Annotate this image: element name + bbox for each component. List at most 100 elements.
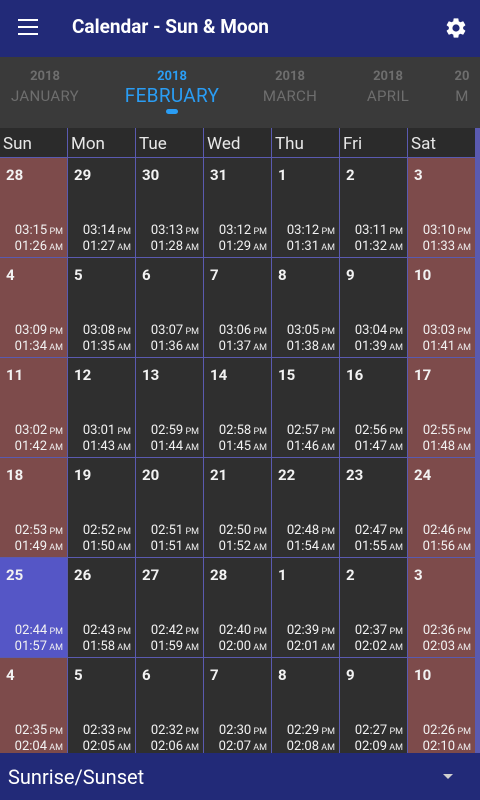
month-february[interactable]: 2018 FEBRUARY [112,69,232,107]
day-number: 21 [210,466,228,484]
day-cell[interactable]: 9 02:27 PM 02:09 AM [340,658,408,758]
sunrise-time-value: 02:10 [422,739,456,754]
sunrise-time: 02:00 AM [219,639,267,654]
sunrise-time: 01:47 AM [355,439,403,454]
day-cell[interactable]: 6 03:07 PM 01:36 AM [136,258,204,358]
sunrise-time-ampm: AM [251,443,267,453]
sunset-time: 03:12 PM [219,223,267,238]
sunset-time-value: 02:27 [354,723,388,738]
month-year: 2018 [30,69,60,84]
day-cell[interactable]: 31 03:12 PM 01:29 AM [204,158,272,258]
sunset-time-ampm: PM [455,627,471,637]
day-cell[interactable]: 19 02:52 PM 01:50 AM [68,458,136,558]
day-cell[interactable]: 8 02:29 PM 02:08 AM [272,658,340,758]
day-cell[interactable]: 15 02:57 PM 01:46 AM [272,358,340,458]
sunrise-time: 02:03 AM [423,639,471,654]
day-cell[interactable]: 10 02:26 PM 02:10 AM [408,658,476,758]
sunset-time-value: 02:42 [150,623,184,638]
day-cell[interactable]: 7 02:30 PM 02:07 AM [204,658,272,758]
day-cell[interactable]: 3 02:36 PM 02:03 AM [408,558,476,658]
day-cell[interactable]: 1 02:39 PM 02:01 AM [272,558,340,658]
menu-icon[interactable] [18,19,38,35]
day-cell[interactable]: 22 02:48 PM 01:54 AM [272,458,340,558]
sunset-time: 03:11 PM [355,223,403,238]
day-cell[interactable]: 4 03:09 PM 01:34 AM [0,258,68,358]
sunrise-time-value: 01:32 [354,239,388,254]
day-cell[interactable]: 20 02:51 PM 01:51 AM [136,458,204,558]
day-cell[interactable]: 18 02:53 PM 01:49 AM [0,458,68,558]
sunrise-time-value: 02:05 [82,739,116,754]
day-cell[interactable]: 24 02:46 PM 01:56 AM [408,458,476,558]
sunrise-time: 01:50 AM [83,539,131,554]
sunrise-time-value: 02:03 [422,639,456,654]
month-selector[interactable]: 2018 JANUARY 2018 FEBRUARY 2018 MARCH 2018 APRI… [0,57,480,128]
day-cell[interactable]: 2 02:37 PM 02:02 AM [340,558,408,658]
sunrise-time-ampm: AM [183,243,199,253]
sunset-time-ampm: PM [251,227,267,237]
sunrise-time: 01:26 AM [15,239,63,254]
sunset-time-value: 03:03 [422,323,456,338]
day-cell[interactable]: 3 03:10 PM 01:33 AM [408,158,476,258]
day-cell[interactable]: 23 02:47 PM 01:55 AM [340,458,408,558]
gear-icon[interactable] [444,16,468,40]
day-cell[interactable]: 13 02:59 PM 01:44 AM [136,358,204,458]
day-cell[interactable]: 6 02:32 PM 02:06 AM [136,658,204,758]
sunset-time-ampm: PM [251,727,267,737]
day-cell[interactable]: 2 03:11 PM 01:32 AM [340,158,408,258]
sunset-time-ampm: PM [319,227,335,237]
mode-dropdown[interactable]: Sunrise/Sunset [0,753,480,800]
sunrise-time-ampm: AM [183,343,199,353]
sunset-time-value: 03:09 [14,323,48,338]
sunset-time-value: 02:44 [14,623,48,638]
sunset-time-ampm: PM [47,527,63,537]
day-cell[interactable]: 25 02:44 PM 01:57 AM [0,558,68,658]
sunrise-time: 01:27 AM [83,239,131,254]
month-m[interactable]: 20 M [402,69,480,107]
sunset-time-value: 02:56 [354,423,388,438]
sunrise-time-value: 01:46 [286,439,320,454]
day-cell[interactable]: 7 03:06 PM 01:37 AM [204,258,272,358]
sunset-time: 03:14 PM [83,223,131,238]
sunrise-time-value: 01:43 [82,439,116,454]
day-number: 18 [6,466,24,484]
sunset-time-value: 02:26 [422,723,456,738]
day-cell[interactable]: 5 03:08 PM 01:35 AM [68,258,136,358]
day-cell[interactable]: 8 03:05 PM 01:38 AM [272,258,340,358]
app-bar: Calendar - Sun & Moon [0,0,480,57]
calendar-grid: Sun Mon Tue Wed Thu Fri Sat 28 03:15 PM 01:26 AM 2… [0,128,480,758]
day-cell[interactable]: 28 03:15 PM 01:26 AM [0,158,68,258]
day-cell[interactable]: 29 03:14 PM 01:27 AM [68,158,136,258]
day-cell[interactable]: 9 03:04 PM 01:39 AM [340,258,408,358]
day-cell[interactable]: 21 02:50 PM 01:52 AM [204,458,272,558]
day-cell[interactable]: 28 02:40 PM 02:00 AM [204,558,272,658]
sunset-time: 02:29 PM [287,723,335,738]
day-cell[interactable]: 14 02:58 PM 01:45 AM [204,358,272,458]
scrollbar[interactable] [476,128,480,753]
day-number: 2 [346,566,355,584]
day-cell[interactable]: 5 02:33 PM 02:05 AM [68,658,136,758]
month-january[interactable]: 2018 JANUARY [0,69,105,107]
day-number: 14 [210,366,228,384]
day-number: 1 [278,166,287,184]
day-cell[interactable]: 30 03:13 PM 01:28 AM [136,158,204,258]
sunset-time-value: 03:11 [354,223,388,238]
sunset-time-ampm: PM [115,627,131,637]
sunrise-time-value: 01:36 [150,339,184,354]
day-cell[interactable]: 26 02:43 PM 01:58 AM [68,558,136,658]
day-cell[interactable]: 16 02:56 PM 01:47 AM [340,358,408,458]
sunset-time-ampm: PM [319,627,335,637]
sunrise-time: 01:51 AM [151,539,199,554]
day-cell[interactable]: 4 02:35 PM 02:04 AM [0,658,68,758]
day-cell[interactable]: 11 03:02 PM 01:42 AM [0,358,68,458]
sunrise-time-value: 01:49 [14,539,48,554]
weekday-header-sun: Sun [0,128,68,158]
day-cell[interactable]: 12 03:01 PM 01:43 AM [68,358,136,458]
day-cell[interactable]: 10 03:03 PM 01:41 AM [408,258,476,358]
sunrise-time-ampm: AM [455,743,471,753]
app-title: Calendar - Sun & Moon [72,15,269,38]
sunrise-time: 01:35 AM [83,339,131,354]
day-cell[interactable]: 1 03:12 PM 01:31 AM [272,158,340,258]
sunrise-time-ampm: AM [387,343,403,353]
day-cell[interactable]: 17 02:55 PM 01:48 AM [408,358,476,458]
day-cell[interactable]: 27 02:42 PM 01:59 AM [136,558,204,658]
